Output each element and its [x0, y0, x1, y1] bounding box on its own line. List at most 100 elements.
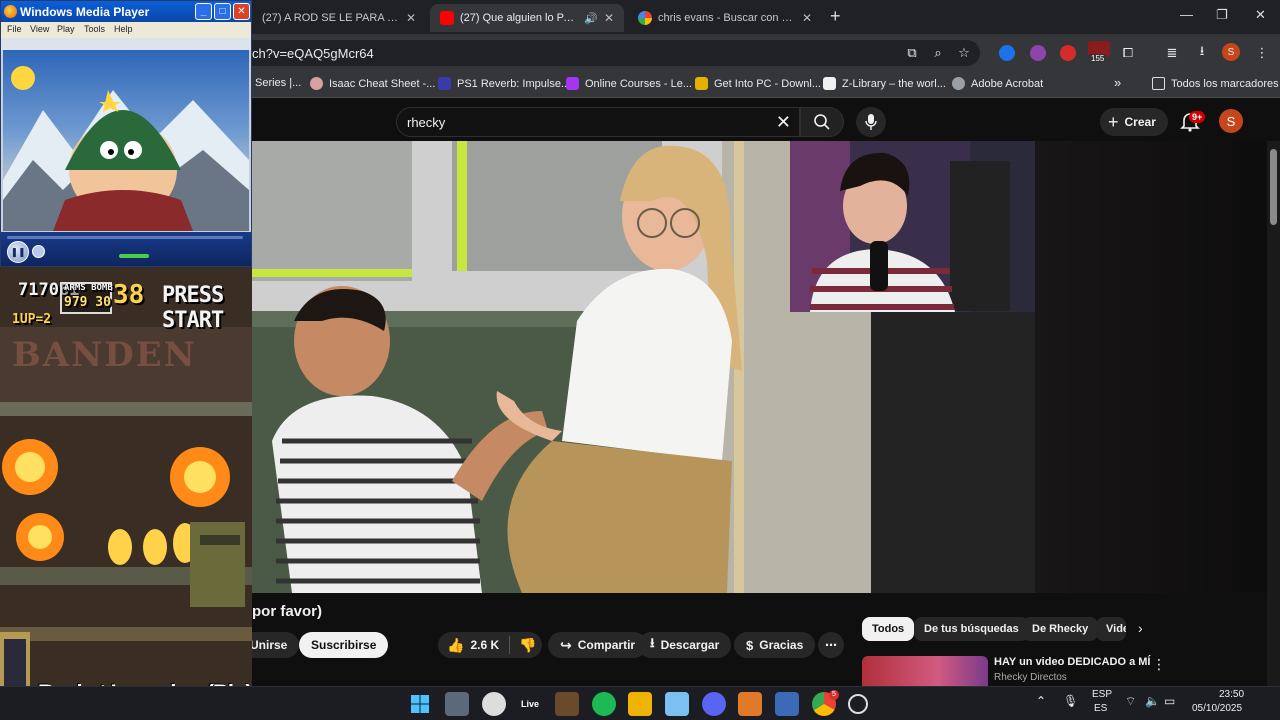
youtube-search-button[interactable] — [800, 107, 844, 137]
wmp-video-area[interactable] — [3, 50, 249, 231]
wmp-volume-slider[interactable] — [119, 254, 149, 258]
recommendation-channel[interactable]: Rhecky Directos — [994, 672, 1067, 683]
subscribe-button[interactable]: Suscribirse — [299, 632, 389, 658]
discord-icon[interactable] — [702, 692, 726, 716]
profile-avatar[interactable]: S — [1222, 43, 1240, 61]
close-window-icon[interactable]: ✕ — [1255, 7, 1266, 23]
chevron-right-icon[interactable]: › — [1138, 620, 1143, 636]
file-explorer-icon[interactable] — [628, 692, 652, 716]
bookmark-isaac[interactable]: Isaac Cheat Sheet -... — [310, 77, 435, 90]
wmp-menu-view[interactable]: View — [30, 24, 49, 34]
extensions-puzzle-icon[interactable]: ⧠ — [1118, 43, 1138, 63]
chip-all[interactable]: Todos — [862, 617, 915, 641]
chip-videos[interactable]: Vide — [1096, 617, 1126, 641]
wmp-maximize-icon[interactable]: □ — [214, 3, 231, 20]
recommendation-thumbnail[interactable] — [862, 656, 988, 686]
address-bar[interactable]: ch?v=eQAQ5gMcr64 ⧉ ⌕ ☆ — [240, 40, 980, 66]
windows-taskbar: Live 5 ⌃ 🎙 ESP ES ⌔ 🔈 ▭ 23:50 05/10/2025 — [0, 686, 1280, 720]
tray-microphone-icon[interactable]: 🎙 — [1063, 694, 1078, 708]
maximize-icon[interactable]: ❐ — [1216, 7, 1228, 23]
app-icon-3[interactable] — [775, 692, 799, 716]
tab-title: (27) Que alguien lo PARE (p — [460, 12, 580, 24]
bookmark-getintopc[interactable]: Get Into PC - Downl... — [695, 77, 821, 90]
input-layout[interactable]: ES — [1094, 703, 1107, 714]
bookmark-series[interactable]: Series |... — [255, 77, 301, 89]
wmp-menu-tools[interactable]: Tools — [84, 24, 105, 34]
scrollbar-thumb[interactable] — [1270, 149, 1277, 225]
wmp-close-icon[interactable]: ✕ — [233, 3, 250, 20]
wmp-pause-button[interactable]: ❚❚ — [7, 241, 29, 263]
wmp-titlebar[interactable]: Windows Media Player _ □ ✕ — [1, 1, 251, 22]
tab-a-rod[interactable]: (27) A ROD SE LE PARA Y LOS A ✕ — [252, 4, 426, 32]
bookmarks-overflow-button[interactable]: » — [1114, 75, 1121, 90]
tab-que-alguien[interactable]: (27) Que alguien lo PARE (p 🔊 ✕ — [430, 4, 624, 32]
thumbs-down-icon[interactable]: 👎 — [519, 637, 536, 654]
recommendation-title[interactable]: HAY un video DEDICADO a MÍ — [994, 656, 1150, 668]
clock-time[interactable]: 23:50 — [1219, 689, 1244, 700]
youtube-avatar[interactable]: S — [1219, 109, 1243, 133]
more-horizontal-icon: ⋯ — [825, 638, 837, 652]
volume-icon[interactable]: 🔈 — [1145, 694, 1160, 708]
bookmark-zlibrary[interactable]: Z-Library – the worl... — [823, 77, 946, 90]
app-icon-2[interactable] — [482, 692, 506, 716]
app-icon-1[interactable] — [445, 692, 469, 716]
metal-slug-game-window[interactable]: 717061 ARMS BOMB 979 30 38 PRESS START 1… — [0, 267, 252, 720]
wmp-seek-bar[interactable] — [7, 236, 243, 239]
wmp-menu-help[interactable]: Help — [114, 24, 133, 34]
battery-icon[interactable]: ▭ — [1164, 694, 1175, 708]
wmp-minimize-icon[interactable]: _ — [195, 3, 212, 20]
tab-close-icon[interactable]: ✕ — [802, 11, 812, 25]
wmp-menu-play[interactable]: Play — [57, 24, 75, 34]
voice-search-button[interactable] — [856, 107, 886, 137]
clear-search-icon[interactable]: ✕ — [776, 112, 791, 133]
thumbs-up-icon[interactable]: 👍 — [447, 637, 464, 654]
minimize-icon[interactable]: — — [1180, 7, 1193, 22]
bookmark-label: Z-Library – the worl... — [842, 77, 946, 90]
chip-from-searches[interactable]: De tus búsquedas — [914, 617, 1029, 641]
spotify-icon[interactable] — [592, 692, 616, 716]
tray-overflow-icon[interactable]: ⌃ — [1036, 694, 1046, 708]
bookmark-adobe-acrobat[interactable]: Adobe Acrobat — [952, 77, 1043, 90]
install-app-icon[interactable]: ⧉ — [902, 43, 922, 63]
thanks-button[interactable]: $ Gracias — [734, 632, 816, 658]
url-text: ch?v=eQAQ5gMcr64 — [252, 46, 374, 61]
input-language[interactable]: ESP — [1092, 689, 1112, 700]
bookmark-star-icon[interactable]: ☆ — [954, 43, 974, 63]
all-bookmarks-folder[interactable]: Todos los marcadores — [1152, 77, 1279, 90]
extension-purple-icon[interactable] — [1030, 45, 1046, 61]
recommendation-menu-icon[interactable]: ⋮ — [1152, 656, 1166, 673]
fl-studio-icon[interactable] — [738, 692, 762, 716]
bookmark-udemy[interactable]: Online Courses - Le... — [566, 77, 692, 90]
share-button[interactable]: ↪ Compartir — [548, 632, 648, 658]
create-button[interactable]: + Crear — [1100, 108, 1168, 136]
video-player[interactable] — [252, 141, 1035, 593]
wifi-icon[interactable]: ⌔ — [1125, 694, 1136, 709]
speaker-icon[interactable]: 🔊 — [584, 12, 598, 25]
tab-close-icon[interactable]: ✕ — [604, 11, 614, 25]
notepad-icon[interactable] — [665, 692, 689, 716]
wmp-menu-file[interactable]: File — [7, 24, 22, 34]
page-scrollbar[interactable] — [1267, 141, 1280, 686]
downloads-icon[interactable]: ⭳ — [1192, 43, 1212, 63]
tab-chris-evans[interactable]: chris evans - Buscar con Google ✕ — [628, 4, 822, 32]
steam-icon[interactable] — [848, 694, 868, 714]
bookmark-label: Get Into PC - Downl... — [714, 77, 821, 90]
windows-start-icon[interactable] — [408, 692, 432, 716]
chip-from-rhecky[interactable]: De Rhecky — [1022, 617, 1099, 641]
extension-record-icon[interactable] — [1060, 45, 1076, 61]
download-button[interactable]: ⭳ Descargar — [638, 632, 732, 658]
youtube-search-input[interactable]: rhecky ✕ — [396, 107, 800, 137]
new-tab-button[interactable]: + — [830, 6, 841, 27]
wmp-stop-button[interactable] — [32, 245, 45, 258]
tab-close-icon[interactable]: ✕ — [406, 11, 416, 25]
media-control-icon[interactable]: ≣ — [1162, 43, 1182, 63]
live-app-icon[interactable]: Live — [518, 692, 542, 716]
game-app-icon[interactable] — [555, 692, 579, 716]
extension-blue-icon[interactable] — [999, 45, 1015, 61]
zoom-icon[interactable]: ⌕ — [928, 43, 948, 63]
clock-date[interactable]: 05/10/2025 — [1192, 703, 1242, 714]
udemy-icon — [566, 77, 579, 90]
more-actions-button[interactable]: ⋯ — [818, 632, 844, 658]
bookmark-ps1-reverb[interactable]: PS1 Reverb: Impulse... — [438, 77, 570, 90]
chrome-menu-icon[interactable]: ⋮ — [1252, 43, 1272, 63]
